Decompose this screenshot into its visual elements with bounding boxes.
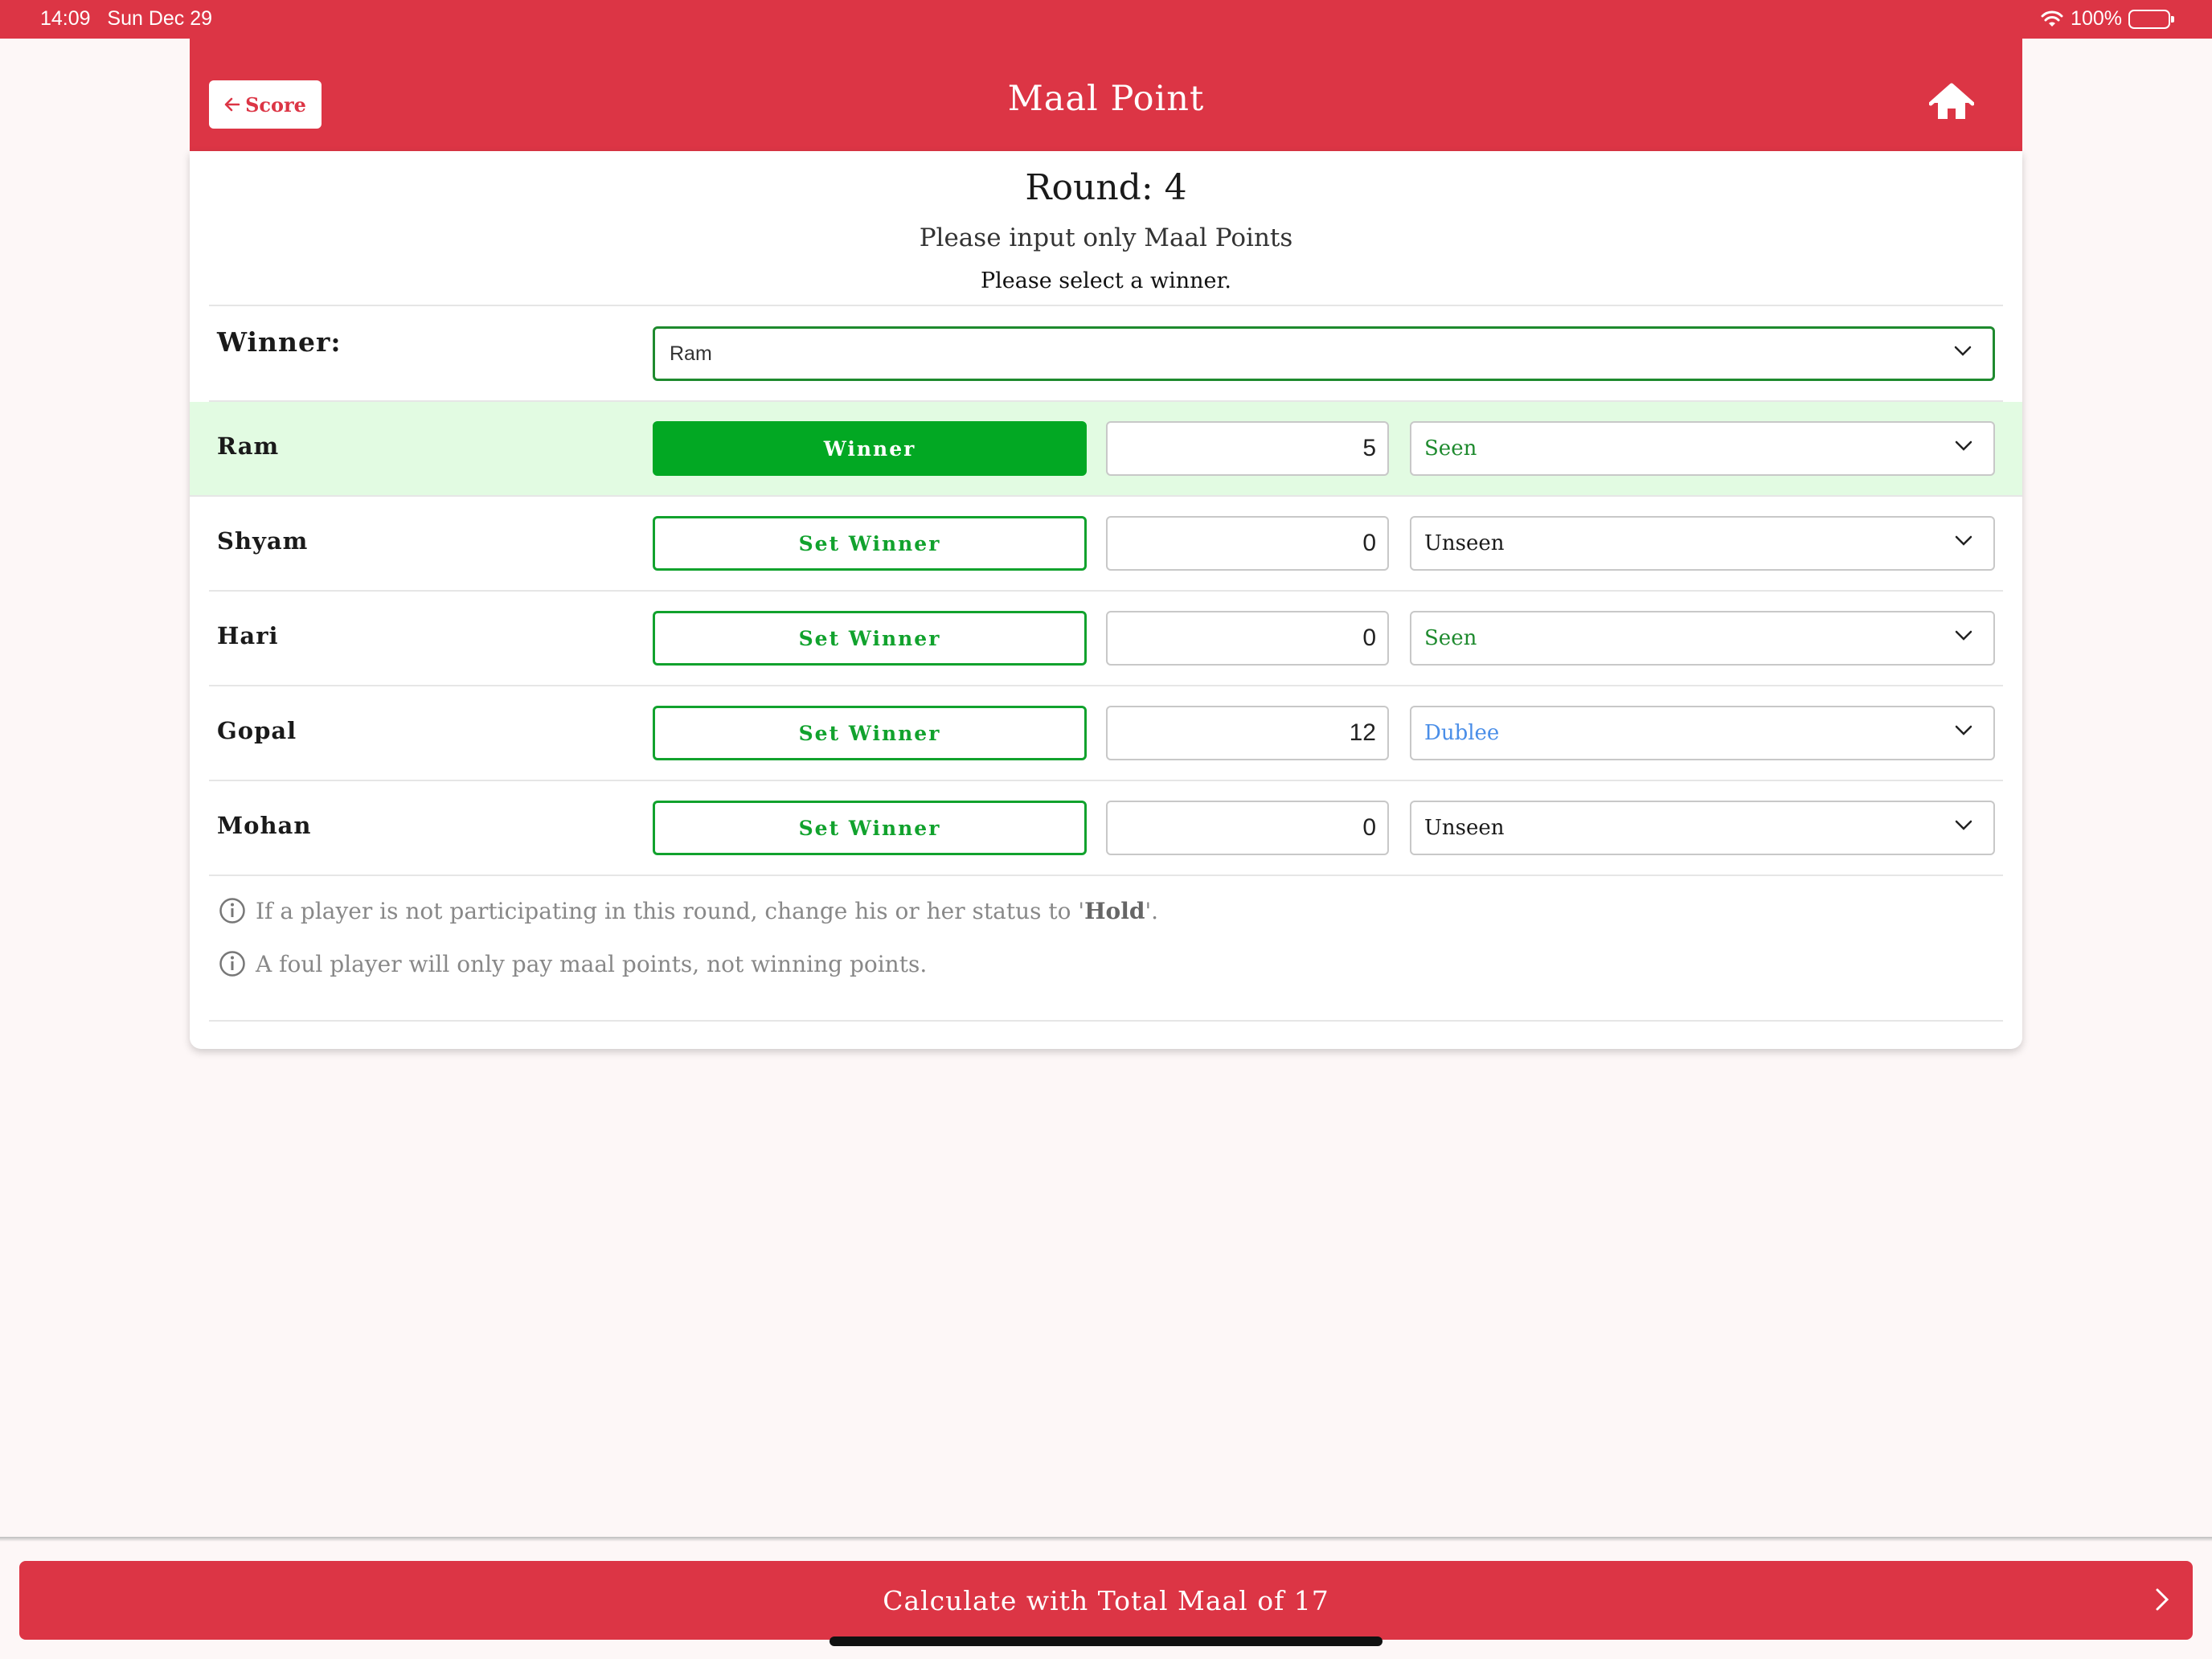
chevron-down-icon (1955, 820, 1972, 830)
maal-points-input[interactable]: 0 (1106, 516, 1389, 571)
calculate-button-label: Calculate with Total Maal of 17 (883, 1584, 1329, 1616)
player-status-select[interactable]: Seen (1410, 611, 1995, 666)
winner-label: Winner: (217, 326, 342, 358)
info-icon (219, 951, 245, 977)
chevron-down-icon (1955, 725, 1972, 735)
divider (209, 305, 2003, 306)
player-name: Ram (217, 432, 280, 460)
player-row: Gopal Set Winner 12 Dublee (190, 686, 2022, 781)
battery-icon (2128, 9, 2174, 29)
player-name: Gopal (217, 717, 297, 744)
chevron-right-icon (2156, 1588, 2169, 1611)
winner-button[interactable]: Winner (653, 421, 1087, 476)
maal-point-card: Round: 4 Please input only Maal Points P… (190, 151, 2022, 1049)
status-right: 100% (2040, 7, 2174, 31)
bottom-bar-shadow (0, 1537, 2212, 1542)
chevron-down-icon (1955, 535, 1972, 546)
player-status-value: Seen (1424, 626, 1477, 650)
player-row: Hari Set Winner 0 Seen (190, 592, 2022, 686)
set-winner-button[interactable]: Set Winner (653, 706, 1087, 760)
player-status-value: Dublee (1424, 721, 1500, 745)
instruction-text: Please input only Maal Points (919, 223, 1293, 252)
player-status-select[interactable]: Dublee (1410, 706, 1995, 760)
home-indicator (830, 1636, 1382, 1646)
info-icon (219, 898, 245, 924)
wifi-icon (2041, 10, 2063, 27)
hold-note-text: If a player is not participating in this… (256, 897, 1159, 924)
hold-note: If a player is not participating in this… (219, 897, 1158, 924)
player-row: Shyam Set Winner 0 Unseen (190, 497, 2022, 592)
player-name: Hari (217, 622, 279, 649)
player-status-value: Seen (1424, 436, 1477, 461)
chevron-down-icon (1955, 630, 1972, 641)
player-name: Mohan (217, 812, 312, 839)
maal-points-input[interactable]: 0 (1106, 611, 1389, 666)
chevron-down-icon (1955, 440, 1972, 451)
round-title: Round: 4 (1025, 167, 1187, 208)
home-icon[interactable] (1929, 82, 1974, 122)
calculate-button[interactable]: Calculate with Total Maal of 17 (19, 1561, 2193, 1640)
foul-note-text: A foul player will only pay maal points,… (256, 950, 928, 977)
player-row: Ram Winner 5 Seen (190, 402, 2022, 497)
maal-points-input[interactable]: 0 (1106, 801, 1389, 855)
winner-select[interactable]: Ram (653, 326, 1995, 381)
winner-select-value: Ram (670, 342, 712, 365)
player-row: Mohan Set Winner 0 Unseen (190, 781, 2022, 876)
set-winner-button[interactable]: Set Winner (653, 611, 1087, 666)
status-bar: 14:09 Sun Dec 29 100% (0, 0, 2212, 39)
player-name: Shyam (217, 527, 309, 555)
player-status-select[interactable]: Seen (1410, 421, 1995, 476)
page-title: Maal Point (1007, 79, 1205, 119)
player-status-value: Unseen (1424, 531, 1505, 555)
divider (209, 875, 2003, 876)
maal-points-input[interactable]: 12 (1106, 706, 1389, 760)
app-header: Score Maal Point (190, 39, 2022, 151)
divider (209, 1020, 2003, 1022)
chevron-down-icon (1954, 346, 1972, 356)
player-status-select[interactable]: Unseen (1410, 516, 1995, 571)
select-winner-message: Please select a winner. (980, 268, 1231, 293)
maal-points-input[interactable]: 5 (1106, 421, 1389, 476)
player-status-select[interactable]: Unseen (1410, 801, 1995, 855)
battery-percent: 100% (2071, 7, 2122, 30)
player-status-value: Unseen (1424, 816, 1505, 840)
set-winner-button[interactable]: Set Winner (653, 516, 1087, 571)
set-winner-button[interactable]: Set Winner (653, 801, 1087, 855)
status-time: 14:09 Sun Dec 29 (40, 7, 213, 30)
foul-note: A foul player will only pay maal points,… (219, 950, 927, 977)
